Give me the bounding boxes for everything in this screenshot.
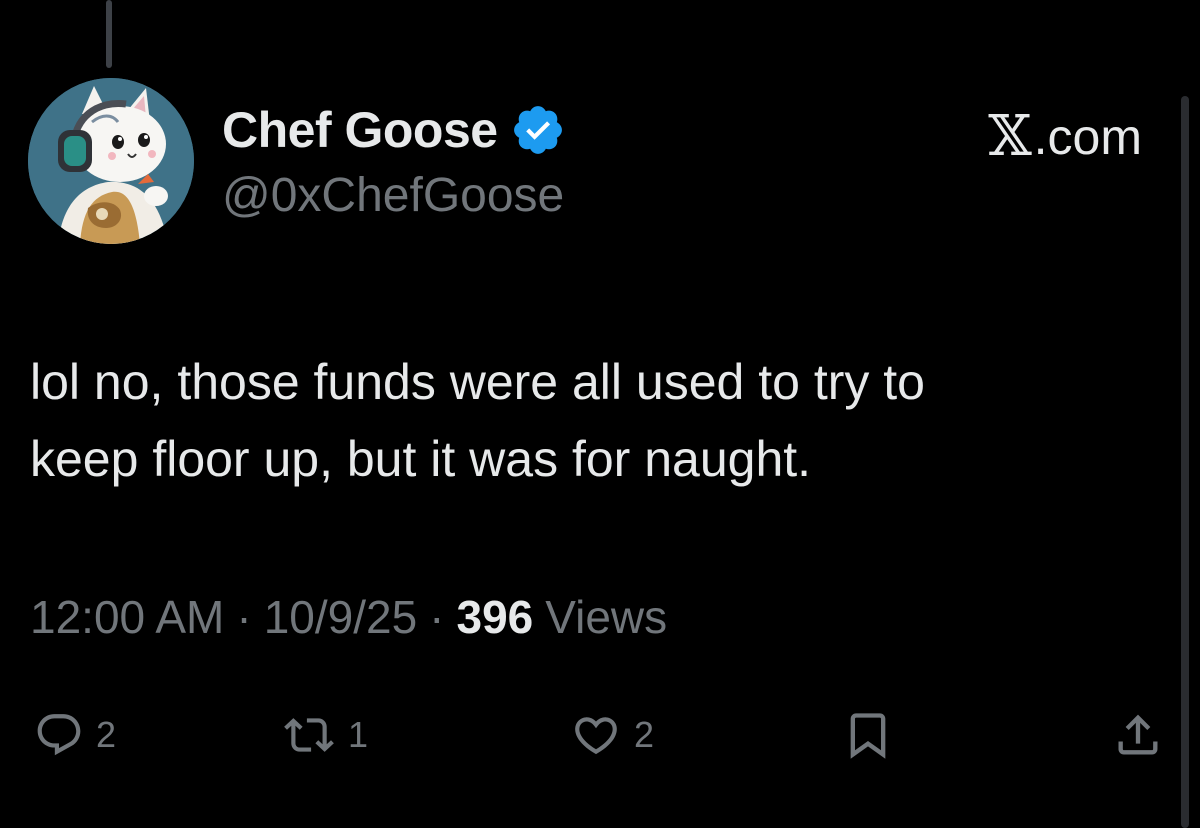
tweet-time[interactable]: 12:00 AM: [30, 590, 224, 644]
reply-icon: [37, 714, 81, 756]
x-logo-icon: 𝕏: [988, 104, 1032, 169]
tweet-date[interactable]: 10/9/25: [264, 590, 417, 644]
bookmark-icon: [850, 713, 886, 759]
author-handle[interactable]: @0xChefGoose: [222, 168, 564, 223]
tweet-meta: 12:00 AM · 10/9/25 · 396 Views: [30, 590, 667, 644]
verified-badge-icon[interactable]: [510, 102, 566, 158]
tweet-text: lol no, those funds were all used to try…: [30, 344, 1170, 498]
brand-domain: .com: [1033, 108, 1142, 165]
tweet-text-line-1: lol no, those funds were all used to try…: [30, 354, 925, 410]
repost-count: 1: [348, 714, 369, 755]
heart-icon: [575, 717, 617, 755]
meta-separator: ·: [236, 591, 252, 643]
cartoon-cat-avatar-icon: [28, 78, 194, 244]
like-button[interactable]: 2: [570, 700, 654, 770]
bookmark-button[interactable]: [842, 700, 894, 770]
reply-count: 2: [96, 714, 117, 755]
avatar[interactable]: [28, 78, 194, 244]
like-count: 2: [634, 714, 655, 755]
author-name-row: Chef Goose: [222, 100, 566, 160]
x-brand-logo: 𝕏 .com: [988, 104, 1142, 169]
tweet-actions: 2 1 2: [0, 700, 1200, 770]
meta-separator: ·: [429, 591, 445, 643]
views-count: 396: [456, 591, 534, 643]
share-icon: [1118, 714, 1158, 755]
reply-button[interactable]: 2: [34, 700, 116, 770]
thread-connector-line: [106, 0, 112, 68]
tweet-text-line-2: keep floor up, but it was for naught.: [30, 431, 812, 487]
share-button[interactable]: [1112, 700, 1164, 770]
views-label: Views: [545, 591, 668, 643]
display-name[interactable]: Chef Goose: [222, 101, 498, 159]
repost-button[interactable]: 1: [282, 700, 368, 770]
repost-icon: [284, 718, 334, 752]
